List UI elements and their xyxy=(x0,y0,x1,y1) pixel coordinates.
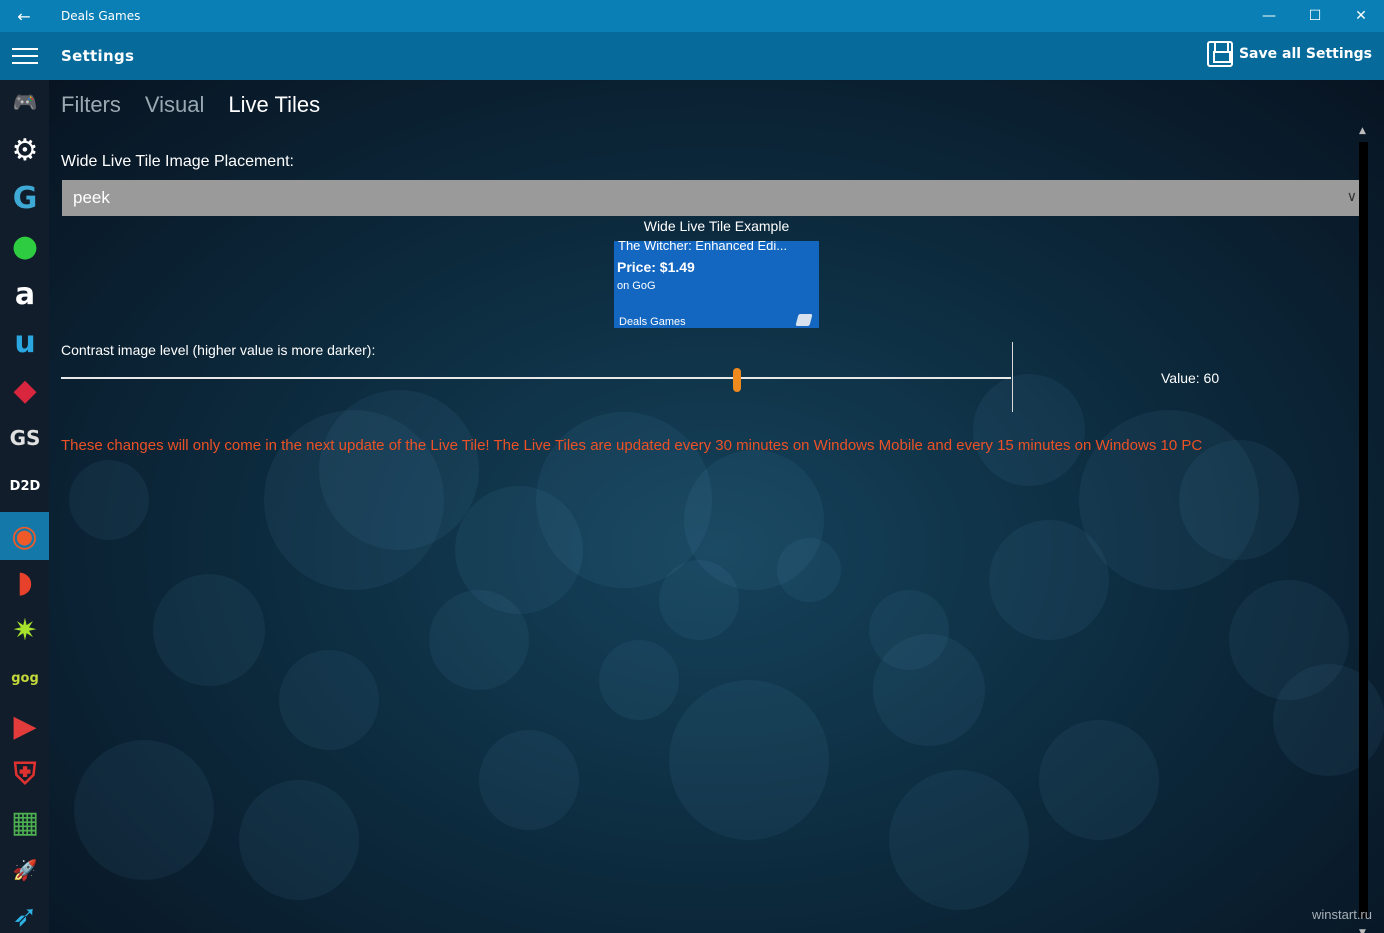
window-controls: — ☐ ✕ xyxy=(1246,0,1384,32)
tile-app-icon xyxy=(795,314,813,326)
placement-label: Wide Live Tile Image Placement: xyxy=(61,153,294,170)
live-tile-update-warning: These changes will only come in the next… xyxy=(61,437,1203,454)
background-bokeh xyxy=(479,730,579,830)
tab-filters[interactable]: Filters xyxy=(61,92,121,118)
background-bokeh xyxy=(873,634,985,746)
scroll-up-icon[interactable]: ▲ xyxy=(1359,126,1366,136)
contrast-label: Contrast image level (higher value is mo… xyxy=(61,342,376,358)
humble-icon[interactable]: ◆ xyxy=(5,370,45,410)
background-bokeh xyxy=(599,640,679,720)
placement-selected-value: peek xyxy=(73,188,110,207)
g2a-icon[interactable]: D2D xyxy=(5,466,45,506)
maximize-button[interactable]: ☐ xyxy=(1292,0,1338,32)
rocket-icon[interactable]: 🚀 xyxy=(5,850,45,890)
settings-content: Filters Visual Live Tiles Wide Live Tile… xyxy=(49,80,1384,933)
slider-track[interactable] xyxy=(61,377,1011,379)
background-bokeh xyxy=(153,574,265,686)
background-bokeh xyxy=(455,486,583,614)
background-bokeh xyxy=(1229,580,1349,700)
tile-game-title: The Witcher: Enhanced Edi... xyxy=(618,241,788,253)
indiegala-icon[interactable]: ✷ xyxy=(5,610,45,650)
divider xyxy=(1012,342,1013,412)
hamburger-menu-button[interactable] xyxy=(0,32,49,80)
greenmangaming-icon[interactable]: G xyxy=(5,178,45,218)
window-title: Deals Games xyxy=(61,9,141,23)
wide-live-tile-preview: The Witcher: Enhanced Edi... Price: $1.4… xyxy=(614,241,819,328)
topdeals-icon[interactable]: 🎮 xyxy=(5,82,45,122)
back-arrow-icon: ← xyxy=(17,6,31,26)
background-bokeh xyxy=(973,374,1085,486)
background-bokeh xyxy=(239,780,359,900)
steam-icon[interactable]: ⚙ xyxy=(5,130,45,170)
background-bokeh xyxy=(1039,720,1159,840)
command-bar: Settings Save all Settings xyxy=(0,32,1384,80)
tile-example-caption: Wide Live Tile Example xyxy=(643,218,790,234)
vertical-scrollbar[interactable]: ▲ ▼ xyxy=(1359,126,1368,933)
tile-store: on GoG xyxy=(617,280,656,292)
gog-icon[interactable]: gog xyxy=(5,658,45,698)
gamesrocket-icon[interactable]: ⛨ xyxy=(5,754,45,794)
close-button[interactable]: ✕ xyxy=(1338,0,1384,32)
background-bokeh xyxy=(279,650,379,750)
save-all-settings-button[interactable]: Save all Settings xyxy=(1206,41,1372,67)
store-sidebar: 🎮 ⚙ G ● a u ◆ GS D2D ◉ ◗ ✷ gog ▶ ⛨ ▦ 🚀 ➶ xyxy=(0,80,49,933)
contrast-value-label: Value: 60 xyxy=(1161,370,1220,386)
background-bokeh xyxy=(74,740,214,880)
settings-tabs: Filters Visual Live Tiles xyxy=(61,92,320,118)
scrollbar-thumb[interactable] xyxy=(1359,142,1368,918)
gamesplanet-icon[interactable]: ◗ xyxy=(5,562,45,602)
tab-live-tiles[interactable]: Live Tiles xyxy=(228,92,320,118)
tile-price: Price: $1.49 xyxy=(617,259,695,275)
uplay-icon[interactable]: u xyxy=(5,322,45,362)
shuttle-icon[interactable]: ➶ xyxy=(5,896,45,933)
chevron-down-icon: ∨ xyxy=(1346,188,1357,204)
background-bokeh xyxy=(889,770,1029,910)
amazon-icon[interactable]: a xyxy=(5,274,45,314)
playasia-icon[interactable]: ▶ xyxy=(5,706,45,746)
minimize-button[interactable]: — xyxy=(1246,0,1292,32)
gamersgate-icon[interactable]: GS xyxy=(5,418,45,458)
origin-icon[interactable]: ◉ xyxy=(0,512,49,560)
slider-thumb[interactable] xyxy=(732,368,741,392)
floppy-disk-icon xyxy=(1206,41,1233,67)
contrast-slider[interactable] xyxy=(61,368,1011,392)
back-button[interactable]: ← xyxy=(0,0,48,32)
tab-visual[interactable]: Visual xyxy=(145,92,205,118)
save-all-settings-label: Save all Settings xyxy=(1238,46,1372,62)
background-bokeh xyxy=(69,460,149,540)
placement-dropdown[interactable]: peek ∨ xyxy=(62,180,1359,216)
background-bokeh xyxy=(669,680,829,840)
title-bar: ← Deals Games — ☐ ✕ xyxy=(0,0,1384,32)
tile-app-name: Deals Games xyxy=(619,316,686,328)
greenman-icon[interactable]: ● xyxy=(5,226,45,266)
page-title: Settings xyxy=(61,47,135,65)
watermark: winstart.ru xyxy=(1312,907,1372,922)
scroll-down-icon[interactable]: ▼ xyxy=(1359,928,1366,933)
windowsstore-icon[interactable]: ▦ xyxy=(5,802,45,842)
background-bokeh xyxy=(319,390,479,550)
